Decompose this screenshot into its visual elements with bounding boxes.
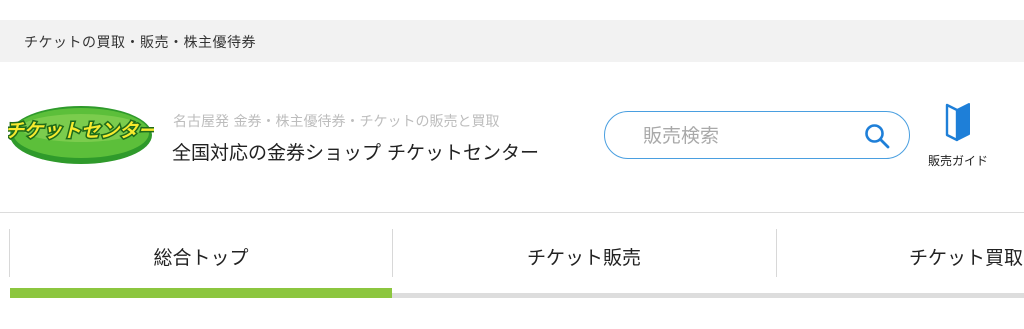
search-box: [604, 111, 910, 159]
main-tabs: 総合トップ チケット販売 チケット買取: [0, 213, 1024, 299]
sales-guide-label: 販売ガイド: [927, 154, 988, 168]
page: チケットの買取・販売・株主優待券 チケットセンター 名古屋発 金券・株主優待券・…: [0, 0, 1024, 329]
tab-label: 総合トップ: [153, 247, 249, 269]
logo-graphic: チケットセンター: [8, 106, 154, 164]
site-tagline: 名古屋発 金券・株主優待券・チケットの販売と買取: [173, 114, 500, 130]
tab-label: チケット買取: [908, 247, 1023, 269]
tab-label: チケット販売: [526, 247, 641, 269]
sales-guide-link[interactable]: 販売ガイド: [922, 102, 994, 168]
top-info-text: チケットの買取・販売・株主優待券: [24, 35, 256, 51]
tab-top[interactable]: 総合トップ: [10, 213, 392, 297]
book-icon: [945, 103, 970, 142]
tab-ticket-sales[interactable]: チケット販売: [392, 213, 776, 297]
site-logo[interactable]: チケットセンター: [8, 104, 154, 166]
search-button[interactable]: [863, 122, 891, 150]
logo-text: チケットセンター: [8, 120, 154, 142]
shop-name: 全国対応の金券ショップ チケットセンター: [172, 142, 540, 164]
active-tab-indicator: [10, 288, 392, 298]
tab-ticket-purchase[interactable]: チケット買取: [776, 213, 1024, 297]
search-input[interactable]: [641, 120, 855, 152]
search-icon: [865, 124, 890, 149]
top-info-bar: チケットの買取・販売・株主優待券: [0, 20, 1024, 62]
